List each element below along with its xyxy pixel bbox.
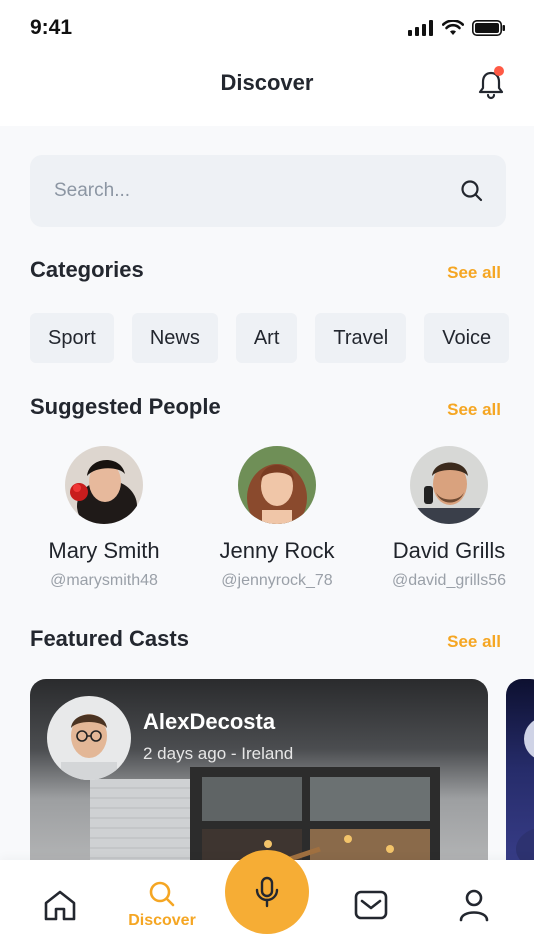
category-chip-sport[interactable]: Sport xyxy=(30,313,114,363)
suggested-people-title: Suggested People xyxy=(30,394,221,419)
status-icons xyxy=(408,20,506,36)
signal-icon xyxy=(408,20,433,36)
bottom-tab-bar: Discover xyxy=(0,850,534,950)
battery-icon xyxy=(472,20,505,36)
person-card[interactable]: David Grills @david_grills56 xyxy=(364,446,534,590)
avatar xyxy=(238,446,316,524)
person-card[interactable]: Mary Smith @marysmith48 xyxy=(19,446,189,590)
tab-home[interactable] xyxy=(20,860,100,950)
person-handle: @marysmith48 xyxy=(50,572,158,589)
category-chip-travel[interactable]: Travel xyxy=(315,313,407,363)
categories-title: Categories xyxy=(30,257,144,282)
search-icon xyxy=(149,881,175,907)
person-card[interactable]: Jenny Rock @jennyrock_78 xyxy=(192,446,362,590)
cast-card[interactable] xyxy=(506,679,534,879)
tab-messages[interactable] xyxy=(331,860,411,950)
person-name: David Grills xyxy=(392,538,506,563)
category-chips: Sport News Art Travel Voice xyxy=(30,313,510,363)
avatar xyxy=(47,696,131,780)
suggested-people-see-all[interactable]: See all xyxy=(447,400,501,420)
category-chip-art[interactable]: Art xyxy=(235,313,298,363)
avatar xyxy=(410,446,488,524)
avatar xyxy=(65,446,143,524)
categories-see-all[interactable]: See all xyxy=(447,263,501,283)
search-icon[interactable] xyxy=(460,179,484,203)
notification-button[interactable] xyxy=(476,66,506,100)
microphone-icon xyxy=(255,876,279,908)
record-button[interactable] xyxy=(225,850,309,934)
category-chip-voice[interactable]: Voice xyxy=(424,313,510,363)
featured-casts-title: Featured Casts xyxy=(30,626,189,651)
search-input[interactable] xyxy=(54,180,460,202)
profile-icon xyxy=(459,889,489,922)
tab-discover-label: Discover xyxy=(128,912,196,929)
notification-dot xyxy=(494,66,504,76)
cast-card[interactable]: AlexDecosta 2 days ago - Ireland xyxy=(30,679,488,879)
mail-icon xyxy=(354,890,388,920)
page-title: Discover xyxy=(220,70,314,95)
cast-author-name: AlexDecosta xyxy=(143,709,276,734)
app-header: Discover xyxy=(0,56,534,126)
person-name: Mary Smith xyxy=(48,538,160,563)
tab-discover[interactable]: Discover xyxy=(122,860,202,950)
wifi-icon xyxy=(442,20,464,35)
person-handle: @david_grills56 xyxy=(391,572,507,589)
status-bar: 9:41 xyxy=(0,0,534,56)
search-bar[interactable] xyxy=(30,155,506,227)
suggested-people-list: Mary Smith @marysmith48 Jenny Rock @jenn… xyxy=(0,446,534,596)
person-handle: @jennyrock_78 xyxy=(221,572,333,589)
status-time: 9:41 xyxy=(30,16,73,39)
person-name: Jenny Rock xyxy=(219,538,335,563)
home-icon xyxy=(44,890,76,921)
category-chip-news[interactable]: News xyxy=(131,313,218,363)
featured-casts-see-all[interactable]: See all xyxy=(447,632,501,652)
tab-profile[interactable] xyxy=(434,860,514,950)
cast-meta: 2 days ago - Ireland xyxy=(143,744,294,763)
